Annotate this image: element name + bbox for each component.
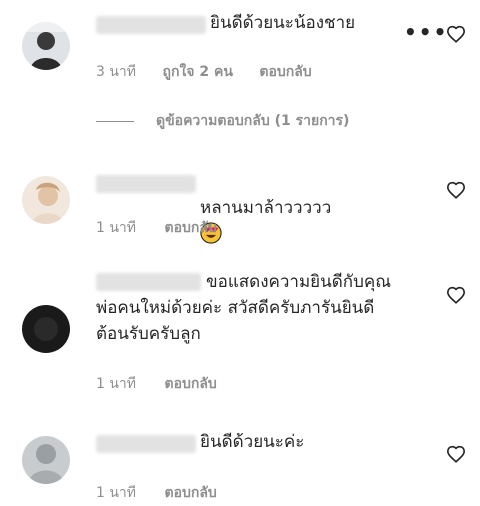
avatar[interactable]	[22, 305, 70, 353]
comment-text: ยินดีด้วยนะน้องชาย	[210, 13, 356, 33]
comment-meta: 3 นาที ถูกใจ 2 คน ตอบกลับ	[96, 61, 312, 83]
comment-text: ขอแสดงความยินดีกับคุณ พ่อคนใหม่ด้วยค่ะ ส…	[96, 272, 392, 344]
comment-time: 1 นาที	[96, 220, 137, 236]
heart-outline-icon[interactable]	[446, 181, 466, 199]
comment: bcsaunn2019 ขอแสดงความยินดีกับคุณ พ่อคนใ…	[0, 265, 480, 395]
heart-outline-icon[interactable]	[446, 25, 466, 43]
comment-text: ยินดีด้วยนะค่ะ	[200, 432, 305, 452]
comment-time: 1 นาที	[96, 376, 137, 392]
reply-button[interactable]: ตอบกลับ	[164, 373, 216, 395]
avatar[interactable]	[22, 176, 70, 224]
avatar[interactable]	[22, 22, 70, 70]
view-replies-label[interactable]: ดูข้อความตอบกลับ (1 รายการ)	[156, 110, 349, 132]
comment-time: 3 นาที	[96, 64, 137, 80]
heart-outline-icon[interactable]	[446, 286, 466, 304]
username[interactable]: nikicho_pool	[96, 175, 196, 193]
username[interactable]: motto_jumbaa	[96, 16, 206, 34]
comment-text: หลานมาล้าววววว	[200, 169, 331, 247]
more-options-icon[interactable]: •••	[404, 20, 448, 44]
comment: motto_jumbaa ยินดีด้วยนะน้องชาย ••• 3 นา…	[0, 0, 480, 100]
avatar[interactable]	[22, 436, 70, 484]
comment: nikicho_pool หลานมาล้าววววว 1 นาที ตอบกล…	[0, 165, 480, 245]
view-replies-button[interactable]: ดูข้อความตอบกลับ (1 รายการ)	[96, 111, 349, 131]
replies-divider	[96, 120, 134, 122]
comment-meta: 1 นาที ตอบกลับ	[96, 373, 217, 395]
heart-outline-icon[interactable]	[446, 445, 466, 463]
comment-meta: 1 นาที ตอบกลับ	[96, 217, 217, 239]
comment-text-content: หลานมาล้าววววว	[200, 198, 332, 218]
comment-meta: 1 นาที ตอบกลับ	[96, 482, 217, 504]
likes-count[interactable]: ถูกใจ 2 คน	[162, 61, 232, 83]
comment-time: 1 นาที	[96, 485, 137, 501]
comment: jeem_salget ยินดีด้วยนะค่ะ 1 นาที ตอบกลั…	[0, 425, 480, 506]
reply-button[interactable]: ตอบกลับ	[164, 217, 216, 239]
username[interactable]: jeem_salget	[96, 435, 196, 453]
reply-button[interactable]: ตอบกลับ	[164, 482, 216, 504]
reply-button[interactable]: ตอบกลับ	[259, 61, 311, 83]
